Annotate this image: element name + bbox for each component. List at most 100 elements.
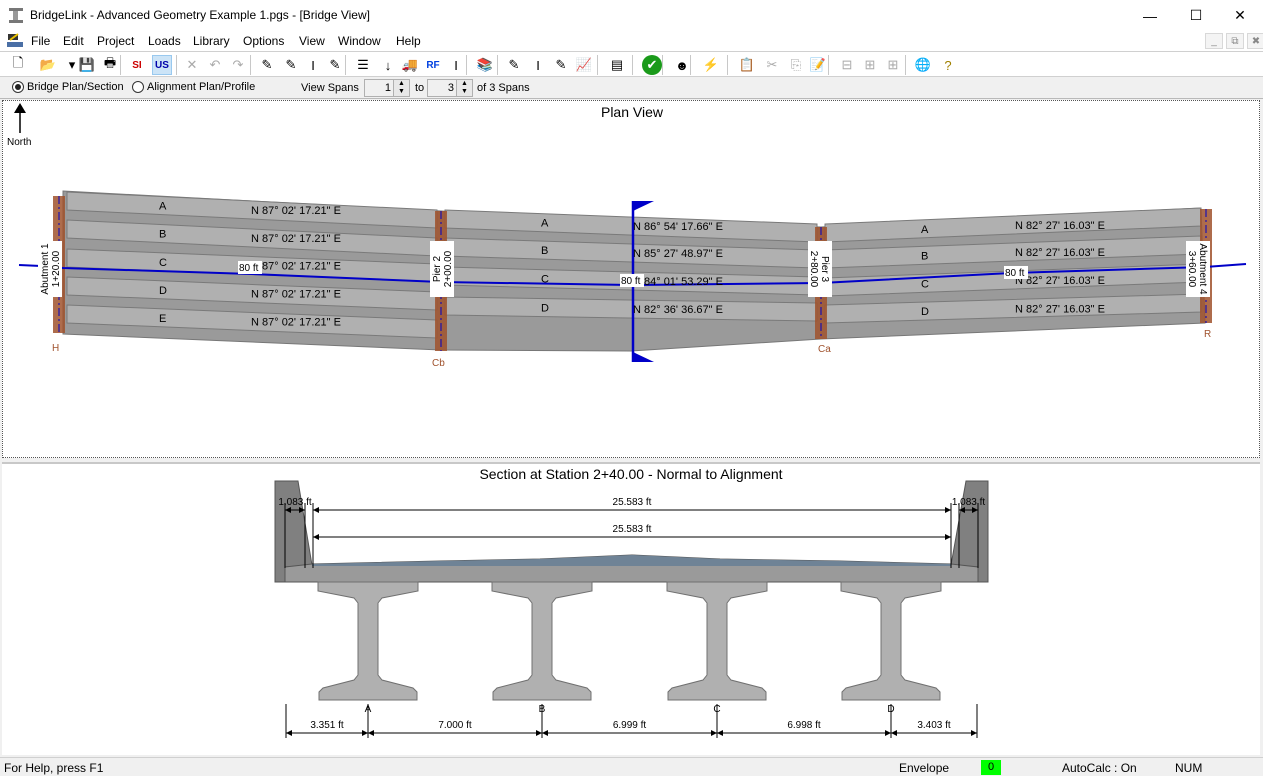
engineer-icon[interactable]: ☻ [672, 55, 692, 75]
mdi-restore-button[interactable]: ⧉ [1226, 33, 1244, 49]
analysis-results-icon[interactable]: ☰ [353, 55, 373, 75]
span-from-spinner[interactable]: 1 ▲ ▼ [364, 79, 410, 97]
bottom-dim: 6.998 ft [787, 720, 821, 731]
menu-project[interactable]: Project [97, 34, 134, 48]
radio-bridge-plan-section[interactable]: Bridge Plan/Section [12, 81, 124, 93]
girder-bearing-label: N 82° 27' 16.03" E [1015, 303, 1105, 315]
maximize-button[interactable]: ☐ [1173, 0, 1219, 31]
si-units-icon[interactable]: SI [127, 55, 147, 75]
tree-1-icon[interactable]: ⊟ [837, 55, 857, 75]
library-icon[interactable]: 📚 [475, 55, 495, 75]
check-icon[interactable]: ✔ [642, 55, 662, 75]
girder-section-label: B [539, 704, 546, 715]
edit-girder2-icon[interactable]: I [528, 55, 548, 75]
spinner-arrows-icon[interactable]: ▲ ▼ [393, 80, 409, 96]
app-icon [9, 8, 23, 23]
save-icon[interactable]: 💾 [77, 55, 97, 75]
girder-label: A [541, 218, 549, 230]
north-label: North [7, 137, 31, 148]
toolbar-separator [250, 55, 251, 75]
menu-view[interactable]: View [299, 34, 325, 48]
menu-window[interactable]: Window [338, 34, 381, 48]
girder-label: A [159, 201, 167, 213]
help-icon[interactable]: ? [938, 55, 958, 75]
toolbar-separator [345, 55, 346, 75]
span-to-value[interactable]: 3 [448, 82, 454, 94]
toolbar-separator [120, 55, 121, 75]
redo-icon[interactable]: ↷ [228, 55, 248, 75]
tree-2-icon[interactable]: ⊞ [860, 55, 880, 75]
cut-icon[interactable]: ✂ [762, 55, 782, 75]
edit-deck2-icon[interactable]: ✎ [504, 55, 524, 75]
span-length-label: 80 ft [239, 263, 259, 274]
girder-bearing-label: N 86° 54' 17.66" E [633, 221, 723, 233]
report-icon[interactable]: ▤ [607, 55, 627, 75]
support-label[interactable]: Pier 2 2+00.00 [430, 241, 454, 297]
support-label[interactable]: Abutment 43+60.00 [1186, 241, 1210, 297]
lightning-icon[interactable]: ⚡ [701, 55, 721, 75]
girder-section[interactable] [666, 581, 768, 701]
autocalc-status: AutoCalc : On [1062, 761, 1137, 775]
toolbar-separator [597, 55, 598, 75]
girder-section[interactable] [840, 581, 942, 701]
delete-icon[interactable]: ✕ [182, 55, 202, 75]
plan-view-drawing[interactable]: Plan View North A N 87° 02' 17.21" E B N 87… [3, 101, 1259, 457]
arrow-icon [362, 730, 368, 736]
menu-options[interactable]: Options [243, 34, 284, 48]
new-icon[interactable]: 🗋 [8, 55, 28, 75]
open-icon[interactable]: 📂 [38, 55, 58, 75]
edit-deck-icon[interactable]: ✎ [281, 55, 301, 75]
plan-view-pane[interactable]: Plan View North A N 87° 02' 17.21" E B N 87… [2, 100, 1260, 458]
span-from-value[interactable]: 1 [385, 82, 391, 94]
edit-note-icon[interactable]: 📝 [808, 55, 828, 75]
girder-design-icon[interactable]: I [446, 55, 466, 75]
span-to-spinner[interactable]: 3 ▲ ▼ [427, 79, 473, 97]
edit-pier-icon[interactable]: ✎ [325, 55, 345, 75]
toolbar-separator [662, 55, 663, 75]
menu-help[interactable]: Help [396, 34, 421, 48]
section-view-drawing[interactable]: Section at Station 2+40.00 - Normal to A… [2, 464, 1260, 755]
edit-bridge-icon[interactable]: ✎ [257, 55, 277, 75]
paste-special-icon[interactable]: 📋 [737, 55, 757, 75]
girder-bearing-label: N 85° 27' 48.97" E [633, 248, 723, 260]
top-dim-left: 1.083 ft [278, 497, 312, 508]
menu-edit[interactable]: Edit [63, 34, 84, 48]
truck-icon[interactable]: 🚚 [400, 55, 420, 75]
bottom-dim: 3.351 ft [310, 720, 344, 731]
mdi-close-button[interactable]: ✖ [1247, 33, 1263, 49]
arrow-icon [945, 534, 951, 540]
title-bar: BridgeLink - Advanced Geometry Example 1… [0, 0, 1263, 31]
arrow-icon [368, 730, 374, 736]
loads-icon[interactable]: ↓ [378, 55, 398, 75]
second-dim: 25.583 ft [613, 524, 652, 535]
girder-section[interactable] [317, 581, 419, 701]
us-units-icon[interactable]: US [152, 55, 172, 75]
tree-3-icon[interactable]: ⊞ [883, 55, 903, 75]
edit-girder-icon[interactable]: I [303, 55, 323, 75]
menu-library[interactable]: Library [193, 34, 230, 48]
menu-loads[interactable]: Loads [148, 34, 181, 48]
support-name: Pier 2 [432, 256, 443, 283]
support-label[interactable]: Abutment 1 1+20.00 [38, 241, 62, 297]
graph-icon[interactable]: 📈 [574, 55, 594, 75]
minimize-button[interactable]: — [1127, 0, 1173, 31]
support-label[interactable]: Pier 32+80.00 [808, 241, 832, 297]
print-icon[interactable]: 🖶 [100, 55, 120, 75]
section-view-pane[interactable]: Section at Station 2+40.00 - Normal to A… [2, 462, 1260, 755]
toolbar-separator [828, 55, 829, 75]
girder-section[interactable] [491, 581, 593, 701]
close-button[interactable]: ✕ [1217, 0, 1263, 31]
rating-factor-icon[interactable]: RF [423, 55, 443, 75]
mdi-minimize-button[interactable]: _ [1205, 33, 1223, 49]
document-icon[interactable] [6, 32, 24, 49]
girder-label: A [921, 224, 929, 236]
copy-icon[interactable]: ⎘ [786, 55, 806, 75]
edit-pier2-icon[interactable]: ✎ [551, 55, 571, 75]
menu-file[interactable]: File [31, 34, 50, 48]
undo-icon[interactable]: ↶ [205, 55, 225, 75]
globe-icon[interactable]: 🌐 [913, 55, 933, 75]
radio-alignment-plan-profile[interactable]: Alignment Plan/Profile [132, 81, 255, 93]
arrow-icon [313, 507, 319, 513]
spinner-arrows-icon[interactable]: ▲ ▼ [456, 80, 472, 96]
arrow-icon [945, 507, 951, 513]
